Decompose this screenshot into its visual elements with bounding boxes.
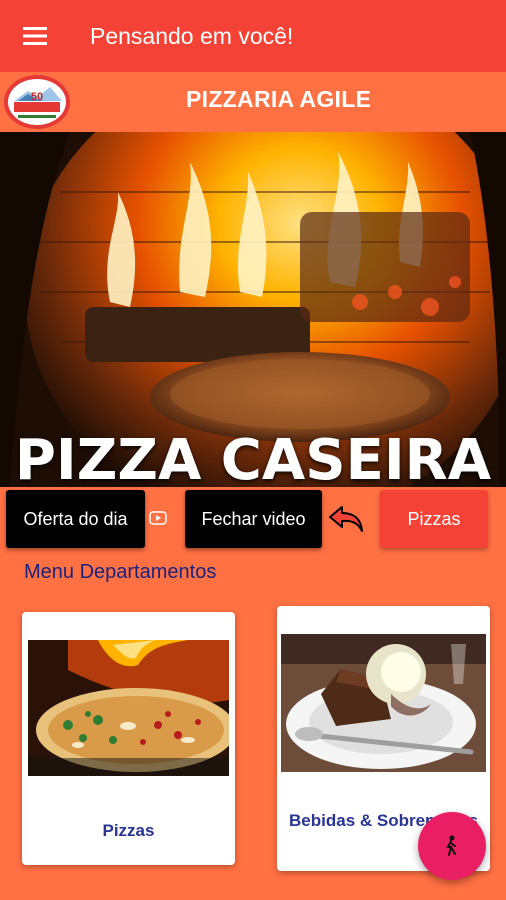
dessert-photo (281, 634, 486, 772)
pizza-photo (28, 640, 229, 776)
store-name: PIZZARIA AGILE (186, 86, 372, 112)
menu-departments-title: Menu Departamentos (24, 561, 217, 583)
department-label: Pizzas (102, 821, 155, 840)
logo-number: 50 (31, 91, 43, 103)
video-player[interactable]: PIZZA CASEIRA (0, 132, 506, 487)
youtube-icon[interactable] (149, 510, 167, 526)
video-caption: PIZZA CASEIRA (14, 428, 492, 487)
store-header: 50 PIZZARIA AGILE (0, 72, 506, 132)
hamburger-menu-icon (23, 27, 47, 45)
undo-arrow-icon[interactable] (326, 501, 366, 535)
department-card-pizzas[interactable]: Pizzas (22, 612, 235, 865)
pizzas-button[interactable]: Pizzas (380, 490, 488, 548)
store-logo[interactable]: 50 (4, 75, 70, 129)
app-bar: Pensando em você! (0, 0, 506, 72)
floating-action-button[interactable] (418, 812, 486, 880)
app-bar-title: Pensando em você! (90, 22, 294, 49)
walking-person-icon (446, 835, 456, 856)
offer-of-the-day-button[interactable]: Oferta do dia (6, 490, 145, 548)
close-video-button[interactable]: Fechar video (185, 490, 322, 548)
menu-button[interactable] (0, 0, 70, 72)
